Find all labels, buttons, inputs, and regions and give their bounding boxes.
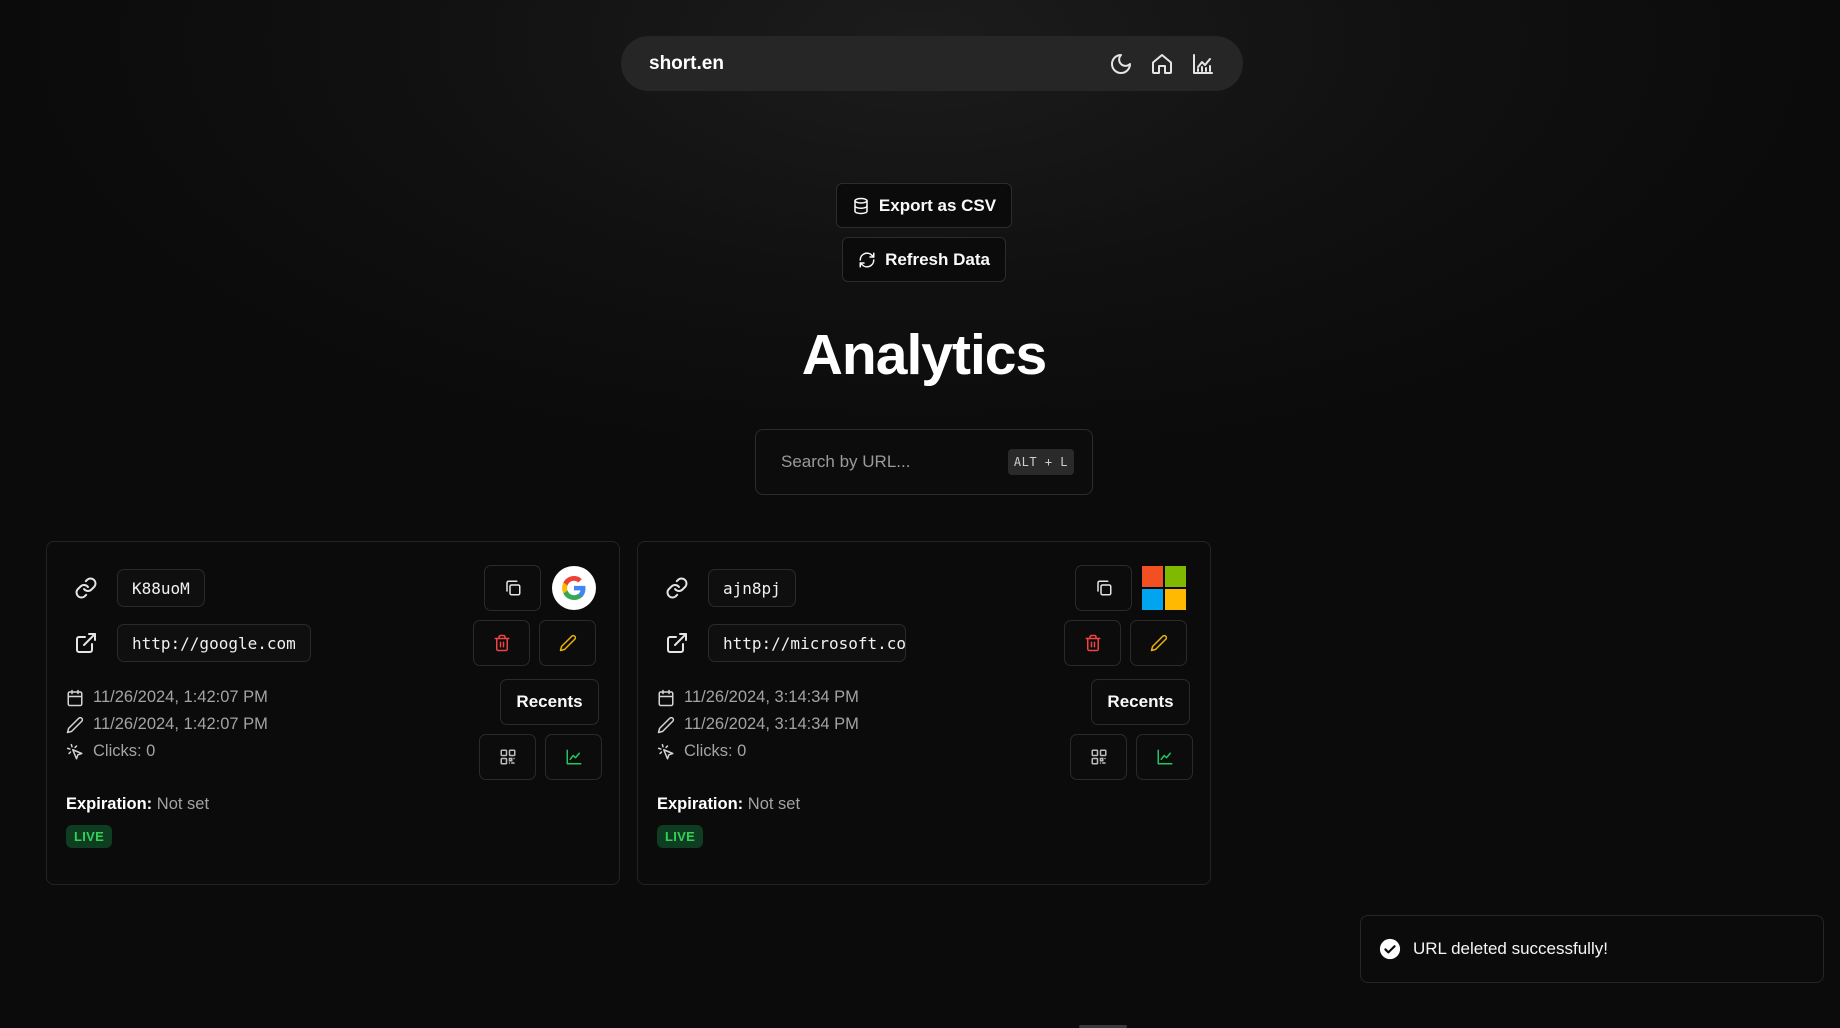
copy-icon — [1095, 579, 1113, 597]
toast-notification[interactable]: URL deleted successfully! — [1360, 915, 1824, 983]
copy-button[interactable] — [1075, 565, 1132, 611]
clicks-count: Clicks: 0 — [684, 742, 747, 760]
created-at-line: 11/26/2024, 1:42:07 PM — [66, 688, 268, 707]
created-at: 11/26/2024, 1:42:07 PM — [93, 688, 268, 706]
link-icon — [74, 576, 98, 600]
export-csv-label: Export as CSV — [878, 195, 997, 215]
clicks-count: Clicks: 0 — [93, 742, 156, 760]
url-card: ajn8pj http://microsoft.co Recents 11/26… — [637, 541, 1211, 885]
pencil-icon — [66, 716, 84, 734]
delete-button[interactable] — [1064, 620, 1121, 666]
status-badge: LIVE — [657, 825, 704, 848]
external-link-icon[interactable] — [74, 631, 98, 655]
qr-code-icon — [1090, 748, 1108, 766]
recents-button[interactable]: Recents — [1091, 679, 1190, 725]
top-nav: short.en — [621, 36, 1243, 91]
moon-icon[interactable] — [1109, 52, 1133, 76]
google-logo-icon — [552, 566, 596, 610]
link-icon — [665, 576, 689, 600]
search-box: ALT + L — [755, 429, 1093, 495]
brand-logo[interactable]: short.en — [649, 53, 724, 75]
edit-button[interactable] — [539, 620, 596, 666]
calendar-icon — [66, 689, 84, 707]
expiration-label: Expiration: — [66, 795, 153, 813]
line-chart-icon — [1156, 748, 1174, 766]
pencil-icon — [1150, 634, 1168, 652]
pencil-icon — [657, 716, 675, 734]
expiration-value: Not set — [156, 795, 210, 813]
expiration-label: Expiration: — [657, 795, 744, 813]
refresh-data-label: Refresh Data — [885, 249, 990, 269]
long-url-chip[interactable]: http://microsoft.co — [708, 624, 906, 662]
external-link-icon[interactable] — [665, 631, 689, 655]
analytics-button[interactable] — [545, 734, 602, 780]
toast-message: URL deleted successfully! — [1413, 939, 1608, 958]
pencil-icon — [559, 634, 577, 652]
expiration-line: Expiration: Not set — [657, 795, 800, 814]
pointer-click-icon — [66, 743, 84, 761]
trash-icon — [493, 634, 511, 652]
home-icon[interactable] — [1150, 52, 1174, 76]
chart-icon[interactable] — [1191, 52, 1215, 76]
long-url-chip[interactable]: http://google.com — [117, 624, 311, 662]
short-code-chip[interactable]: ajn8pj — [708, 569, 796, 607]
qr-code-button[interactable] — [479, 734, 536, 780]
database-icon — [852, 197, 870, 215]
created-at-line: 11/26/2024, 3:14:34 PM — [657, 688, 859, 707]
url-card: K88uoM http://google.com Recents 11/26/2… — [46, 541, 620, 885]
trash-icon — [1084, 634, 1102, 652]
export-csv-button[interactable]: Export as CSV — [836, 183, 1012, 228]
updated-at-line: 11/26/2024, 3:14:34 PM — [657, 715, 859, 734]
check-circle-icon — [1379, 938, 1401, 960]
status-badge: LIVE — [66, 825, 113, 848]
updated-at-line: 11/26/2024, 1:42:07 PM — [66, 715, 268, 734]
nav-icons — [1109, 52, 1215, 76]
clicks-line: Clicks: 0 — [657, 742, 746, 761]
microsoft-logo-icon — [1142, 566, 1186, 610]
recents-button[interactable]: Recents — [500, 679, 599, 725]
updated-at: 11/26/2024, 3:14:34 PM — [684, 715, 859, 733]
created-at: 11/26/2024, 3:14:34 PM — [684, 688, 859, 706]
expiration-line: Expiration: Not set — [66, 795, 209, 814]
short-code-chip[interactable]: K88uoM — [117, 569, 205, 607]
refresh-data-button[interactable]: Refresh Data — [842, 237, 1006, 282]
pointer-click-icon — [657, 743, 675, 761]
analytics-button[interactable] — [1136, 734, 1193, 780]
refresh-icon — [858, 251, 876, 269]
qr-code-icon — [499, 748, 517, 766]
qr-code-button[interactable] — [1070, 734, 1127, 780]
search-input[interactable] — [779, 451, 1008, 473]
updated-at: 11/26/2024, 1:42:07 PM — [93, 715, 268, 733]
edit-button[interactable] — [1130, 620, 1187, 666]
copy-icon — [504, 579, 522, 597]
clicks-line: Clicks: 0 — [66, 742, 155, 761]
calendar-icon — [657, 689, 675, 707]
keyboard-shortcut-badge: ALT + L — [1007, 449, 1074, 475]
copy-button[interactable] — [484, 565, 541, 611]
page-title: Analytics — [801, 323, 1047, 387]
delete-button[interactable] — [473, 620, 530, 666]
line-chart-icon — [565, 748, 583, 766]
expiration-value: Not set — [747, 795, 801, 813]
